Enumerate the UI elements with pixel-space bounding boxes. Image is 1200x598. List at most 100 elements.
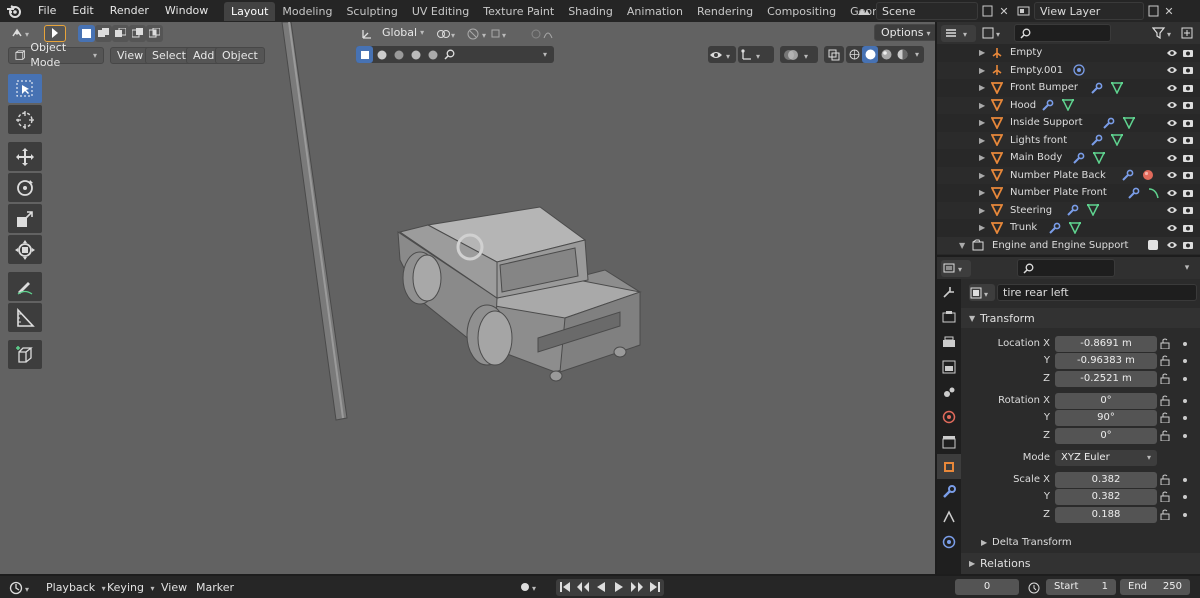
car-object[interactable] <box>397 206 642 382</box>
properties-search-input[interactable] <box>1017 259 1115 277</box>
jump-start-icon[interactable] <box>556 579 574 596</box>
visibility-eye-icon[interactable] <box>1166 65 1178 75</box>
menu-render[interactable]: Render <box>102 1 157 21</box>
marker-menu[interactable]: Marker <box>196 581 234 594</box>
play-reverse-icon[interactable] <box>592 579 610 596</box>
keying-menu[interactable]: Keying ▾ <box>107 581 154 594</box>
scene-icon[interactable] <box>852 5 876 17</box>
outliner-row[interactable]: ▶ Main Body <box>937 149 1200 167</box>
render-camera-icon[interactable] <box>1182 223 1194 233</box>
3d-viewport[interactable]: ▾ Global ▾ ▾ ▾ ▾ Options ▾ Object Mode ▾… <box>0 22 935 574</box>
render-camera-icon[interactable] <box>1182 100 1194 110</box>
tab-shading[interactable]: Shading <box>561 2 620 21</box>
visibility-eye-icon[interactable] <box>1166 170 1178 180</box>
render-camera-icon[interactable] <box>1182 170 1194 180</box>
transform-panel-header[interactable]: ▼ Transform <box>961 308 1200 328</box>
mesh-data-icon[interactable] <box>1068 221 1081 234</box>
modifier-wrench-icon[interactable] <box>1128 187 1140 199</box>
keyframe-dot-icon[interactable] <box>1183 494 1187 499</box>
outliner-row[interactable]: ▶ Hood <box>937 96 1200 114</box>
keyframe-dot-icon[interactable] <box>1183 398 1187 403</box>
playback-menu[interactable]: Playback ▾ <box>46 581 106 594</box>
outliner-row[interactable]: ▶ Lights front <box>937 131 1200 149</box>
visibility-eye-icon[interactable] <box>1166 188 1178 198</box>
keyframe-dot-icon[interactable] <box>1183 341 1187 346</box>
modifier-tab-icon[interactable] <box>937 479 961 504</box>
filter-icon[interactable]: ▾ <box>1151 25 1179 42</box>
lock-icon[interactable] <box>1160 373 1170 384</box>
collection-tab-icon[interactable] <box>937 429 961 454</box>
keyframe-dot-icon[interactable] <box>1183 376 1187 381</box>
expand-triangle-icon[interactable]: ▶ <box>979 171 985 180</box>
blender-logo-icon[interactable] <box>6 3 22 19</box>
editor-type-icon[interactable]: ▾ <box>941 24 977 42</box>
keyframe-dot-icon[interactable] <box>1183 358 1187 363</box>
menu-edit[interactable]: Edit <box>64 1 101 21</box>
render-camera-icon[interactable] <box>1182 188 1194 198</box>
keyframe-dot-icon[interactable] <box>1183 415 1187 420</box>
outliner-row[interactable]: ▶ Number Plate Front <box>937 184 1200 202</box>
expand-triangle-icon[interactable]: ▶ <box>979 118 985 127</box>
remove-view-layer-icon[interactable]: ✕ <box>1162 5 1176 18</box>
new-collection-icon[interactable] <box>1178 25 1196 42</box>
location-y-field[interactable]: -0.96383 m <box>1055 352 1157 369</box>
view-layer-icon[interactable] <box>1012 5 1034 17</box>
visibility-eye-icon[interactable] <box>1166 240 1178 250</box>
particles-tab-icon[interactable] <box>937 504 961 529</box>
mesh-data-icon[interactable] <box>1062 99 1075 112</box>
tab-compositing[interactable]: Compositing <box>760 2 843 21</box>
outliner-row[interactable]: ▶ Number Plate Back <box>937 166 1200 184</box>
expand-triangle-icon[interactable]: ▶ <box>979 206 985 215</box>
visibility-eye-icon[interactable] <box>1166 83 1178 93</box>
render-tab-icon[interactable] <box>937 304 961 329</box>
mesh-data-icon[interactable] <box>1086 204 1099 217</box>
lock-icon[interactable] <box>1160 509 1170 520</box>
display-mode-icon[interactable]: ▾ <box>980 25 1006 42</box>
new-view-layer-icon[interactable] <box>1144 5 1162 17</box>
mesh-data-icon[interactable] <box>1111 134 1124 147</box>
render-camera-icon[interactable] <box>1182 65 1194 75</box>
visibility-eye-icon[interactable] <box>1166 48 1178 58</box>
image-empty-icon[interactable] <box>1073 64 1085 76</box>
modifier-wrench-icon[interactable] <box>1091 134 1103 146</box>
render-camera-icon[interactable] <box>1182 83 1194 93</box>
menu-file[interactable]: File <box>30 1 64 21</box>
view-layer-field[interactable]: View Layer <box>1034 2 1144 20</box>
lock-icon[interactable] <box>1160 491 1170 502</box>
menu-window[interactable]: Window <box>157 1 216 21</box>
next-keyframe-icon[interactable] <box>628 579 646 596</box>
end-frame-field[interactable]: End 250 <box>1120 579 1190 595</box>
material-icon[interactable] <box>1142 169 1154 181</box>
visibility-eye-icon[interactable] <box>1166 118 1178 128</box>
scale-y-field[interactable]: 0.382 <box>1055 488 1157 505</box>
tab-layout[interactable]: Layout <box>224 2 276 21</box>
lock-icon[interactable] <box>1160 338 1170 349</box>
render-camera-icon[interactable] <box>1182 240 1194 250</box>
keyframe-dot-icon[interactable] <box>1183 477 1187 482</box>
location-z-field[interactable]: -0.2521 m <box>1055 370 1157 387</box>
jump-end-icon[interactable] <box>646 579 664 596</box>
scene-field[interactable]: Scene <box>876 2 978 20</box>
lock-icon[interactable] <box>1160 412 1170 423</box>
view-layer-tab-icon[interactable] <box>937 354 961 379</box>
object-type-icon[interactable]: ▾ <box>969 284 995 301</box>
render-camera-icon[interactable] <box>1182 153 1194 163</box>
tab-texture-paint[interactable]: Texture Paint <box>476 2 561 21</box>
outliner-row[interactable]: ▶ Inside Support <box>937 114 1200 132</box>
modifier-wrench-icon[interactable] <box>1067 204 1079 216</box>
expand-triangle-icon[interactable]: ▶ <box>979 48 985 57</box>
lock-icon[interactable] <box>1160 430 1170 441</box>
rotation-mode-dropdown[interactable]: XYZ Euler ▾ <box>1055 449 1157 466</box>
tab-sculpting[interactable]: Sculpting <box>339 2 404 21</box>
scale-z-field[interactable]: 0.188 <box>1055 506 1157 523</box>
mesh-data-icon[interactable] <box>1123 116 1136 129</box>
outliner-search-input[interactable] <box>1014 24 1111 42</box>
expand-triangle-icon[interactable]: ▶ <box>979 101 985 110</box>
curve-data-icon[interactable] <box>1148 187 1160 199</box>
visibility-eye-icon[interactable] <box>1166 100 1178 110</box>
auto-keying-icon[interactable]: ▾ <box>518 579 540 596</box>
expand-triangle-icon[interactable]: ▶ <box>979 136 985 145</box>
keyframe-dot-icon[interactable] <box>1183 512 1187 517</box>
rotation-y-field[interactable]: 90° <box>1055 409 1157 426</box>
modifier-wrench-icon[interactable] <box>1121 169 1134 181</box>
